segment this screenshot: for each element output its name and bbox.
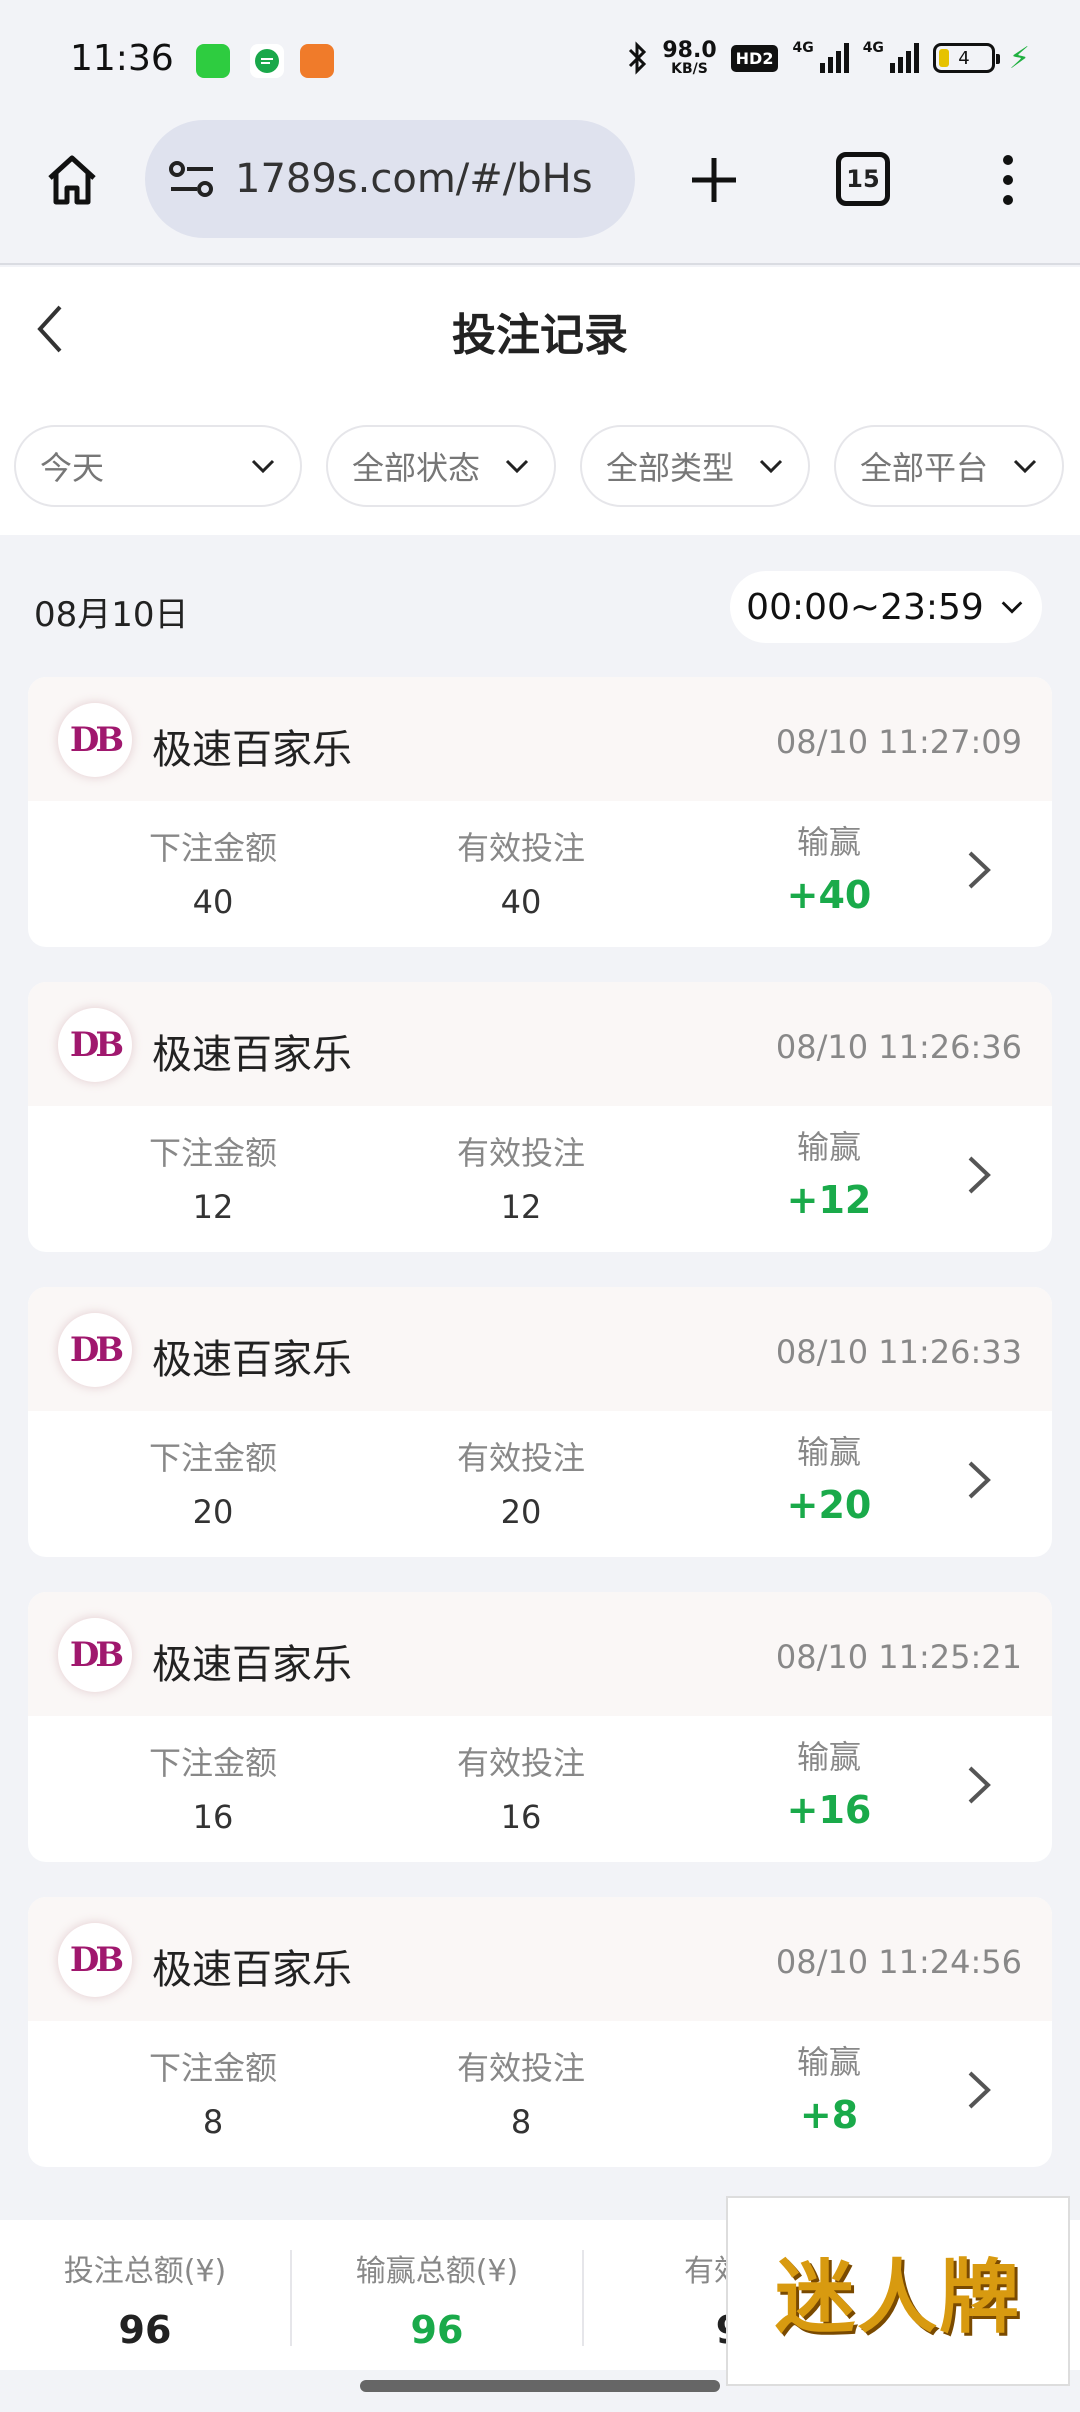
- chevron-down-icon: [251, 459, 275, 474]
- win-loss: 输赢 +8: [796, 2043, 861, 2137]
- filter-platform[interactable]: 全部平台: [834, 425, 1064, 507]
- chevron-down-icon: [759, 459, 783, 474]
- bluetooth-icon: [629, 41, 647, 75]
- bet-record-card[interactable]: DB 极速百家乐 08/10 11:25:21 下注金额 16 有效投注 16 输赢…: [28, 1592, 1052, 1862]
- charging-icon: ⚡: [1008, 40, 1030, 76]
- site-settings-icon[interactable]: [167, 159, 217, 199]
- chevron-right-icon[interactable]: [964, 2067, 994, 2113]
- home-icon[interactable]: [42, 150, 102, 210]
- chevron-right-icon[interactable]: [964, 1762, 994, 1808]
- total-win-loss: 输赢总额(¥) 96: [355, 2254, 519, 2352]
- platform-logo: DB: [58, 1313, 132, 1387]
- bet-amount: 下注金额 16: [148, 1744, 277, 1836]
- watermark-text: 迷人牌: [775, 2250, 1021, 2344]
- signal-icon-2: [889, 43, 919, 73]
- card-header: DB 极速百家乐 08/10 11:27:09: [28, 677, 1052, 801]
- valid-bet: 有效投注 8: [456, 2049, 585, 2141]
- game-name: 极速百家乐: [152, 1642, 352, 1688]
- filter-status[interactable]: 全部状态: [326, 425, 556, 507]
- platform-logo: DB: [58, 1923, 132, 1997]
- filter-bar: 今天 全部状态 全部类型 全部平台: [14, 425, 1064, 507]
- win-loss: 输赢 +20: [786, 1433, 872, 1527]
- chevron-down-icon: [1001, 601, 1023, 614]
- card-header: DB 极速百家乐 08/10 11:26:33: [28, 1287, 1052, 1411]
- more-menu-icon[interactable]: [996, 150, 1020, 210]
- chevron-right-icon[interactable]: [964, 1152, 994, 1198]
- platform-logo: DB: [58, 1008, 132, 1082]
- valid-bet: 有效投注 40: [456, 829, 585, 921]
- gesture-bar[interactable]: [360, 2380, 720, 2392]
- platform-logo: DB: [58, 1618, 132, 1692]
- chevron-right-icon[interactable]: [964, 847, 994, 893]
- network-type-1: 4G: [792, 40, 814, 56]
- bet-time: 08/10 11:24:56: [775, 1943, 1022, 1981]
- app-notification-icon-1: [196, 44, 230, 78]
- bet-amount: 下注金额 12: [148, 1134, 277, 1226]
- date-row: 08月10日 00:00~23:59: [0, 535, 1080, 675]
- chevron-down-icon: [505, 459, 529, 474]
- signal-icon-1: [819, 43, 849, 73]
- watermark-overlay: 迷人牌: [726, 2196, 1070, 2386]
- chevron-down-icon: [1013, 459, 1037, 474]
- filter-date[interactable]: 今天: [14, 425, 302, 507]
- page-title: 投注记录: [452, 310, 628, 361]
- game-name: 极速百家乐: [152, 1337, 352, 1383]
- valid-bet: 有效投注 12: [456, 1134, 585, 1226]
- status-bar: 11:36 98.0 KB/S HD2 4G 4G 4 ⚡: [0, 0, 1080, 120]
- address-bar[interactable]: 1789s.com/#/bHs: [145, 120, 635, 238]
- app-notification-icon-3: [300, 44, 334, 78]
- bet-time: 08/10 11:27:09: [775, 723, 1022, 761]
- valid-bet: 有效投注 16: [456, 1744, 585, 1836]
- win-loss: 输赢 +12: [786, 1128, 872, 1222]
- url-text: 1789s.com/#/bHs: [235, 156, 593, 202]
- card-header: DB 极速百家乐 08/10 11:25:21: [28, 1592, 1052, 1716]
- bet-amount: 下注金额 20: [148, 1439, 277, 1531]
- page-header: 投注记录 今天 全部状态 全部类型 全部平台: [0, 267, 1080, 535]
- time-range-text: 00:00~23:59: [746, 586, 984, 628]
- bet-time: 08/10 11:25:21: [775, 1638, 1022, 1676]
- total-bet: 投注总额(¥) 96: [63, 2254, 227, 2352]
- bet-record-card[interactable]: DB 极速百家乐 08/10 11:26:33 下注金额 20 有效投注 20 输赢…: [28, 1287, 1052, 1557]
- chevron-right-icon[interactable]: [964, 1457, 994, 1503]
- hd-voice-badge: HD2: [730, 44, 779, 72]
- valid-bet: 有效投注 20: [456, 1439, 585, 1531]
- new-tab-icon[interactable]: [684, 150, 744, 210]
- browser-toolbar: 1789s.com/#/bHs 15: [0, 120, 1080, 265]
- network-speed: 98.0 KB/S: [662, 38, 717, 77]
- platform-logo: DB: [58, 703, 132, 777]
- card-header: DB 极速百家乐 08/10 11:26:36: [28, 982, 1052, 1106]
- win-loss: 输赢 +40: [786, 823, 872, 917]
- win-loss: 输赢 +16: [786, 1738, 872, 1832]
- game-name: 极速百家乐: [152, 1032, 352, 1078]
- bet-amount: 下注金额 40: [148, 829, 277, 921]
- status-indicators: 98.0 KB/S HD2 4G 4G 4 ⚡: [626, 40, 1030, 76]
- bet-time: 08/10 11:26:33: [775, 1333, 1022, 1371]
- time-range-selector[interactable]: 00:00~23:59: [730, 571, 1042, 643]
- tab-switcher-button[interactable]: 15: [836, 152, 890, 206]
- filter-type[interactable]: 全部类型: [580, 425, 810, 507]
- app-notification-icon-2: [250, 44, 284, 78]
- bet-time: 08/10 11:26:36: [775, 1028, 1022, 1066]
- battery-icon: 4: [932, 43, 1000, 73]
- battery-level: 4: [958, 47, 970, 69]
- bet-record-card[interactable]: DB 极速百家乐 08/10 11:24:56 下注金额 8 有效投注 8 输赢 +8: [28, 1897, 1052, 2167]
- bet-record-card[interactable]: DB 极速百家乐 08/10 11:26:36 下注金额 12 有效投注 12 输赢…: [28, 982, 1052, 1252]
- game-name: 极速百家乐: [152, 1947, 352, 1993]
- game-name: 极速百家乐: [152, 727, 352, 773]
- bet-amount: 下注金额 8: [148, 2049, 277, 2141]
- card-header: DB 极速百家乐 08/10 11:24:56: [28, 1897, 1052, 2021]
- network-type-2: 4G: [862, 40, 884, 56]
- status-time: 11:36: [70, 38, 174, 79]
- date-label: 08月10日: [34, 595, 189, 635]
- bet-record-card[interactable]: DB 极速百家乐 08/10 11:27:09 下注金额 40 有效投注 40 输赢…: [28, 677, 1052, 947]
